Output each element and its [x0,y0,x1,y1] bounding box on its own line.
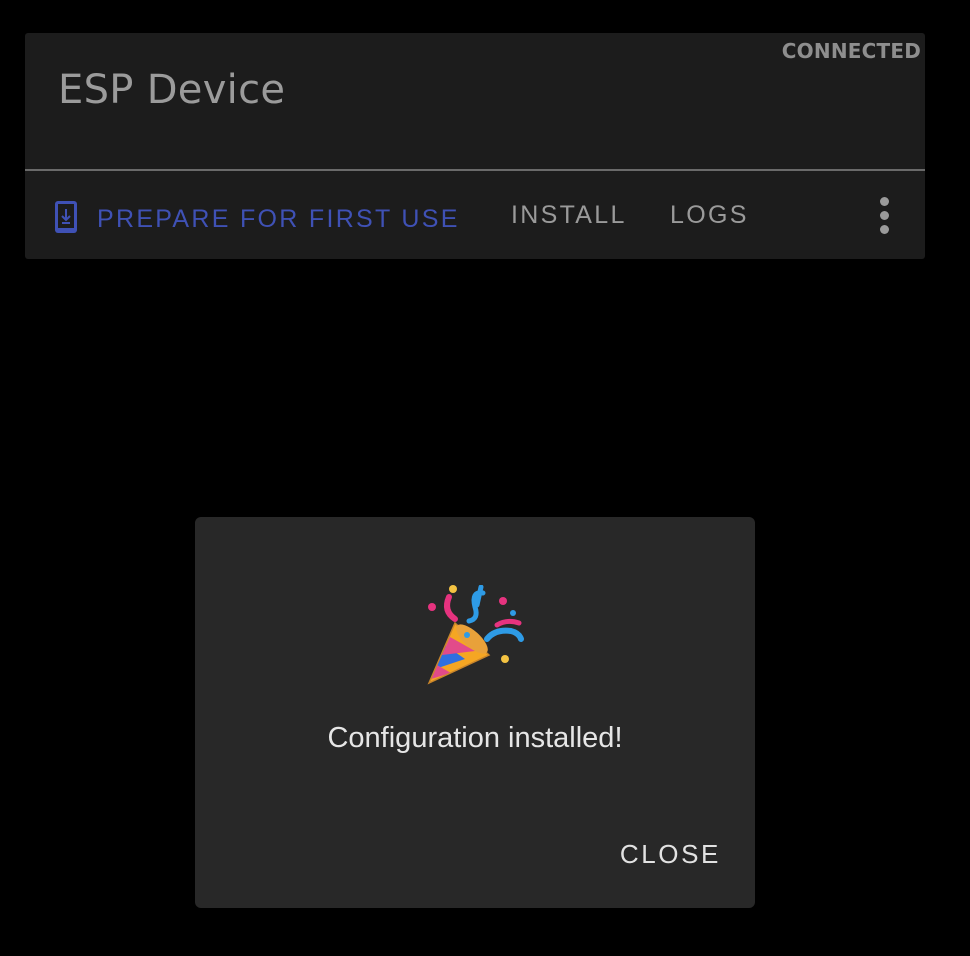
device-title: ESP Device [58,67,286,113]
logs-button[interactable]: LOGS [670,201,749,230]
prepare-for-first-use-button[interactable]: PREPARE FOR FIRST USE [55,201,460,240]
dialog-message: Configuration installed! [327,722,623,754]
party-popper-icon [425,584,525,689]
more-vert-icon[interactable] [871,197,899,235]
connection-status: CONNECTED [781,39,921,63]
close-button[interactable]: CLOSE [620,839,721,870]
install-button[interactable]: INSTALL [511,201,627,230]
device-card: CONNECTED ESP Device PREPARE FOR FIRST U… [25,33,925,259]
prepare-label: PREPARE FOR FIRST USE [97,205,460,234]
phone-download-icon [55,201,77,240]
success-dialog: Configuration installed! CLOSE [195,517,755,908]
card-actions: PREPARE FOR FIRST USE INSTALL LOGS [25,171,925,259]
